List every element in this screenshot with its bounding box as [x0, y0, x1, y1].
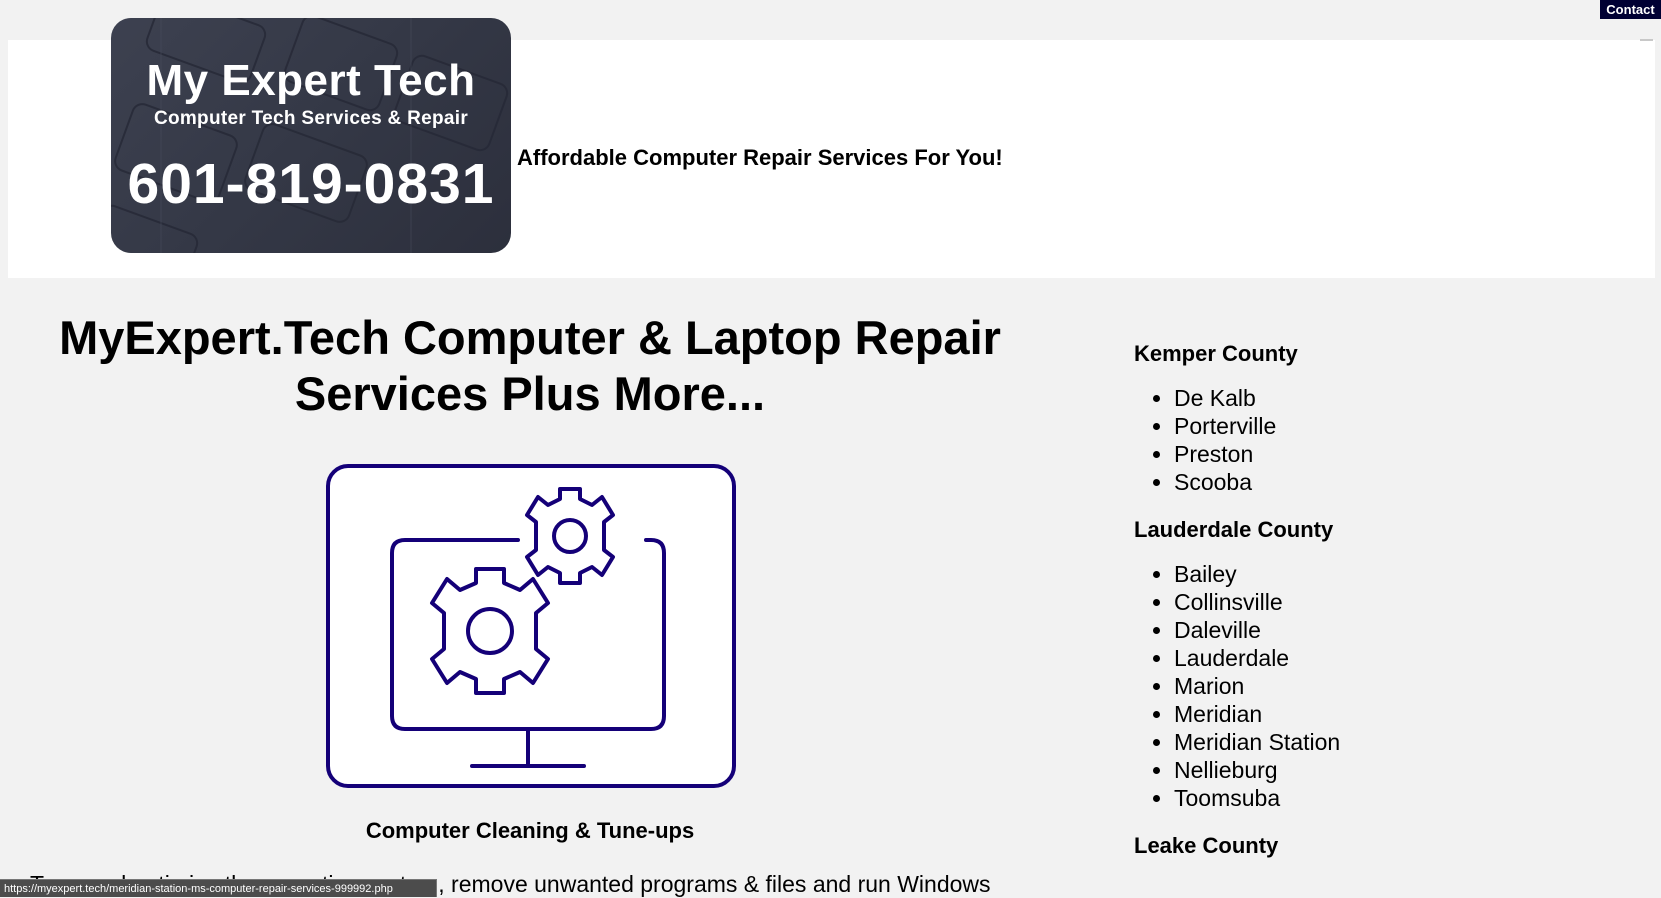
- county-heading: Kemper County: [1134, 341, 1298, 366]
- site-logo[interactable]: My Expert Tech Computer Tech Services & …: [111, 18, 511, 253]
- town-link[interactable]: Collinsville: [1174, 588, 1534, 616]
- town-link[interactable]: Meridian Station: [1174, 728, 1534, 756]
- service-image: [326, 464, 736, 788]
- link-status-bar: https://myexpert.tech/meridian-station-m…: [0, 879, 437, 897]
- service-title: Computer Cleaning & Tune-ups: [365, 818, 695, 843]
- county-section: Kemper County De Kalb Porterville Presto…: [1134, 338, 1534, 496]
- town-link[interactable]: Porterville: [1174, 412, 1534, 440]
- service-areas-sidebar: Kemper County De Kalb Porterville Presto…: [1134, 338, 1534, 880]
- town-link[interactable]: Scooba: [1174, 468, 1534, 496]
- monitor-gears-icon: [390, 487, 666, 768]
- town-link[interactable]: Marion: [1174, 672, 1534, 700]
- county-heading: Lauderdale County: [1134, 517, 1334, 542]
- town-link[interactable]: Lauderdale: [1174, 644, 1534, 672]
- town-link[interactable]: De Kalb: [1174, 384, 1534, 412]
- town-link[interactable]: Preston: [1174, 440, 1534, 468]
- town-link[interactable]: Toomsuba: [1174, 784, 1534, 812]
- main-content: MyExpert.Tech Computer & Laptop Repair S…: [30, 310, 1030, 897]
- tagline: Affordable Computer Repair Services For …: [517, 145, 1003, 170]
- county-section: Leake County: [1134, 830, 1534, 862]
- town-link[interactable]: Nellieburg: [1174, 756, 1534, 784]
- town-link[interactable]: Bailey: [1174, 560, 1534, 588]
- logo-subtitle: Computer Tech Services & Repair: [153, 108, 469, 129]
- county-heading: Leake County: [1134, 833, 1279, 858]
- logo-phone: 601-819-0831: [127, 152, 495, 216]
- town-list: De Kalb Porterville Preston Scooba: [1134, 384, 1534, 496]
- town-list: Bailey Collinsville Daleville Lauderdale…: [1134, 560, 1534, 812]
- page-title: MyExpert.Tech Computer & Laptop Repair S…: [59, 311, 1001, 420]
- scroll-indicator: [1640, 39, 1653, 41]
- town-link[interactable]: Meridian: [1174, 700, 1534, 728]
- contact-button[interactable]: Contact: [1600, 0, 1661, 19]
- county-section: Lauderdale County Bailey Collinsville Da…: [1134, 514, 1534, 812]
- logo-title: My Expert Tech: [146, 56, 476, 105]
- keyboard-background-icon: [111, 18, 509, 253]
- town-link[interactable]: Daleville: [1174, 616, 1534, 644]
